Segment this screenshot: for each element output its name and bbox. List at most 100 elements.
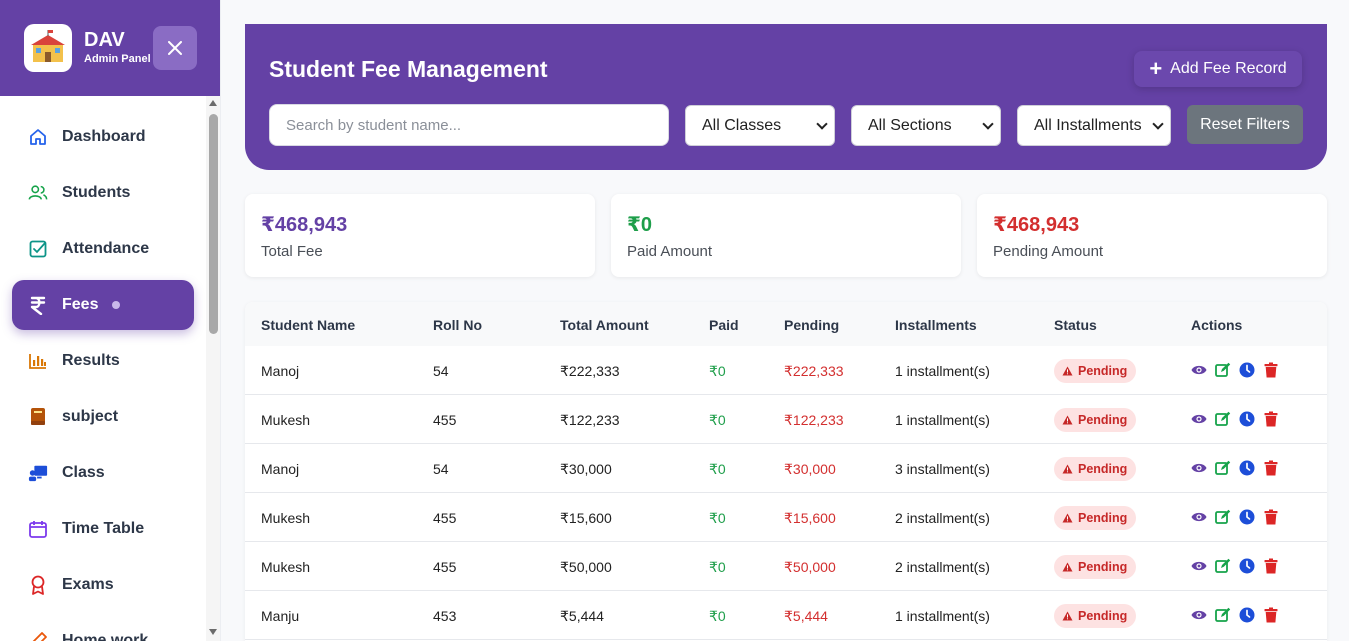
delete-icon[interactable] xyxy=(1263,606,1279,624)
installment-filter-value: All Installments xyxy=(1034,116,1142,134)
warning-icon xyxy=(1062,464,1073,474)
row-actions xyxy=(1191,557,1279,575)
pencil-icon xyxy=(28,631,48,641)
sidebar-item-dashboard[interactable]: Dashboard xyxy=(12,112,194,162)
total-amount-cell: ₹222,333 xyxy=(560,363,620,379)
pending-amount-value: ₹468,943 xyxy=(993,214,1080,236)
brand-header: DAV Admin Panel xyxy=(0,0,220,96)
view-icon[interactable] xyxy=(1191,361,1207,379)
history-clock-icon[interactable] xyxy=(1239,557,1255,575)
row-actions xyxy=(1191,361,1279,379)
warning-icon xyxy=(1062,415,1073,425)
edit-icon[interactable] xyxy=(1215,508,1231,526)
sidebar-item-label: Class xyxy=(62,464,105,481)
delete-icon[interactable] xyxy=(1263,361,1279,379)
delete-icon[interactable] xyxy=(1263,459,1279,477)
history-clock-icon[interactable] xyxy=(1239,508,1255,526)
column-header-actions: Actions xyxy=(1191,317,1243,333)
edit-icon[interactable] xyxy=(1215,459,1231,477)
delete-icon[interactable] xyxy=(1263,508,1279,526)
student-name-cell: Manoj xyxy=(261,363,300,379)
close-sidebar-button[interactable] xyxy=(153,26,197,70)
table-row: Mukesh 455 ₹15,600 ₹0 ₹15,600 2 installm… xyxy=(245,493,1327,542)
section-filter-select[interactable]: All Sections xyxy=(851,105,1001,146)
view-icon[interactable] xyxy=(1191,557,1207,575)
add-fee-record-button[interactable]: + Add Fee Record xyxy=(1134,51,1302,87)
scroll-down-arrow-icon[interactable] xyxy=(209,629,217,635)
paid-cell: ₹0 xyxy=(709,608,726,624)
view-icon[interactable] xyxy=(1191,606,1207,624)
history-clock-icon[interactable] xyxy=(1239,410,1255,428)
status-label: Pending xyxy=(1078,560,1128,574)
sidebar-item-timetable[interactable]: Time Table xyxy=(12,504,194,554)
scrollbar-thumb[interactable] xyxy=(209,114,218,334)
sidebar-item-exams[interactable]: Exams xyxy=(12,560,194,610)
table-row: Manoj 54 ₹30,000 ₹0 ₹30,000 3 installmen… xyxy=(245,444,1327,493)
edit-icon[interactable] xyxy=(1215,557,1231,575)
history-clock-icon[interactable] xyxy=(1239,606,1255,624)
pending-cell: ₹5,444 xyxy=(784,608,828,624)
warning-icon xyxy=(1062,611,1073,621)
status-badge: Pending xyxy=(1054,555,1137,579)
sidebar-item-label: Time Table xyxy=(62,520,145,537)
installment-filter-select[interactable]: All Installments xyxy=(1017,105,1171,146)
table-row: Mukesh 455 ₹122,233 ₹0 ₹122,233 1 instal… xyxy=(245,395,1327,444)
edit-icon[interactable] xyxy=(1215,361,1231,379)
edit-icon[interactable] xyxy=(1215,410,1231,428)
award-icon xyxy=(28,575,48,595)
reset-filters-button[interactable]: Reset Filters xyxy=(1187,105,1303,144)
bar-chart-icon xyxy=(28,351,48,371)
sidebar-item-label: Dashboard xyxy=(62,128,146,145)
chevron-down-icon xyxy=(816,117,828,130)
class-filter-value: All Classes xyxy=(702,116,782,134)
installments-cell: 1 installment(s) xyxy=(895,363,990,379)
book-icon xyxy=(28,407,48,427)
view-icon[interactable] xyxy=(1191,459,1207,477)
roll-no-cell: 455 xyxy=(433,559,457,575)
sidebar-item-subject[interactable]: subject xyxy=(12,392,194,442)
table-row: Manoj 54 ₹222,333 ₹0 ₹222,333 1 installm… xyxy=(245,346,1327,395)
search-input[interactable] xyxy=(269,104,669,146)
column-header-total-amount: Total Amount xyxy=(560,317,649,333)
calendar-icon xyxy=(28,519,48,539)
row-actions xyxy=(1191,459,1279,477)
rupee-icon xyxy=(28,295,48,315)
history-clock-icon[interactable] xyxy=(1239,459,1255,477)
roll-no-cell: 455 xyxy=(433,412,457,428)
edit-icon[interactable] xyxy=(1215,606,1231,624)
home-icon xyxy=(28,127,48,147)
column-header-status: Status xyxy=(1054,317,1097,333)
sidebar-item-label: Students xyxy=(62,184,131,201)
pending-cell: ₹30,000 xyxy=(784,461,836,477)
student-name-cell: Mukesh xyxy=(261,510,311,526)
sidebar-item-results[interactable]: Results xyxy=(12,336,194,386)
sidebar-scrollbar[interactable] xyxy=(206,96,220,641)
status-badge: Pending xyxy=(1054,408,1137,432)
page-title: Student Fee Management xyxy=(269,56,548,82)
class-filter-select[interactable]: All Classes xyxy=(685,105,835,146)
brand-subtitle: Admin Panel xyxy=(84,53,151,65)
add-fee-record-label: Add Fee Record xyxy=(1170,60,1287,77)
sidebar-item-label: Results xyxy=(62,352,120,369)
view-icon[interactable] xyxy=(1191,410,1207,428)
sidebar-item-homework[interactable]: Home work xyxy=(12,616,194,641)
sidebar-item-label: subject xyxy=(62,408,119,425)
delete-icon[interactable] xyxy=(1263,557,1279,575)
sidebar-item-attendance[interactable]: Attendance xyxy=(12,224,194,274)
delete-icon[interactable] xyxy=(1263,410,1279,428)
total-fee-caption: Total Fee xyxy=(261,243,323,260)
pending-cell: ₹15,600 xyxy=(784,510,836,526)
status-label: Pending xyxy=(1078,413,1128,427)
total-fee-amount: ₹468,943 xyxy=(261,214,348,236)
scroll-up-arrow-icon[interactable] xyxy=(209,100,217,106)
sidebar-item-class[interactable]: Class xyxy=(12,448,194,498)
sidebar-item-students[interactable]: Students xyxy=(12,168,194,218)
total-amount-cell: ₹30,000 xyxy=(560,461,612,477)
history-clock-icon[interactable] xyxy=(1239,361,1255,379)
view-icon[interactable] xyxy=(1191,508,1207,526)
table-body: Manoj 54 ₹222,333 ₹0 ₹222,333 1 installm… xyxy=(245,346,1327,640)
status-label: Pending xyxy=(1078,462,1128,476)
users-icon xyxy=(28,183,48,203)
sidebar-item-fees[interactable]: Fees xyxy=(12,280,194,330)
column-header-pending: Pending xyxy=(784,317,840,333)
